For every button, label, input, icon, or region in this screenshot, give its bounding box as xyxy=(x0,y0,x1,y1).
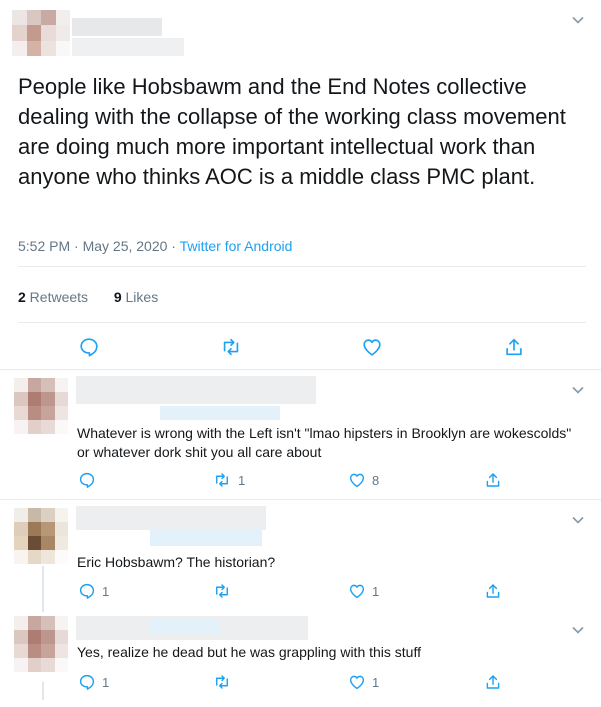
retweet-count: 1 xyxy=(238,472,246,488)
like-count: 1 xyxy=(372,583,380,599)
retweets-stat[interactable]: 2 Retweets xyxy=(18,289,88,305)
reply-author-name-blurred[interactable] xyxy=(76,376,316,404)
chevron-down-icon[interactable] xyxy=(570,512,586,528)
share-icon xyxy=(506,338,522,356)
author-name-blurred[interactable] xyxy=(72,18,162,36)
reply-icon xyxy=(79,472,95,488)
reply-count: 1 xyxy=(102,674,110,690)
share-button[interactable] xyxy=(484,582,502,600)
tweet-text: People like Hobsbawm and the End Notes c… xyxy=(18,74,566,189)
share-icon xyxy=(486,675,500,689)
reply-author-name-blurred[interactable] xyxy=(76,506,266,530)
like-icon xyxy=(349,473,365,488)
like-button[interactable]: 1 xyxy=(348,673,379,691)
reply-text: Yes, realize he dead but he was grapplin… xyxy=(77,644,421,660)
divider xyxy=(18,266,586,267)
likes-stat[interactable]: 9 Likes xyxy=(114,289,158,305)
like-button[interactable] xyxy=(361,336,383,358)
share-button[interactable] xyxy=(503,336,525,358)
reply-text: Whatever is wrong with the Left isn't "l… xyxy=(77,425,572,460)
reply-count: 1 xyxy=(102,583,110,599)
like-icon xyxy=(349,584,365,599)
retweet-button[interactable] xyxy=(219,336,243,358)
share-icon xyxy=(486,473,500,487)
chevron-down-icon[interactable] xyxy=(570,382,586,398)
reply-mention-blurred[interactable] xyxy=(150,620,220,634)
retweet-button[interactable] xyxy=(212,582,238,600)
reply-icon xyxy=(79,674,95,690)
like-count: 1 xyxy=(372,674,380,690)
avatar[interactable] xyxy=(14,508,68,564)
reply-text: Eric Hobsbawm? The historian? xyxy=(77,554,276,570)
reply-icon xyxy=(80,338,98,357)
like-button[interactable]: 8 xyxy=(348,471,379,489)
reply-mention-blurred[interactable] xyxy=(160,406,280,420)
like-icon xyxy=(363,339,381,356)
tweet-source[interactable]: Twitter for Android xyxy=(180,238,293,254)
avatar[interactable] xyxy=(12,10,70,56)
retweet-icon xyxy=(216,473,228,487)
share-icon xyxy=(486,584,500,598)
divider xyxy=(18,322,586,323)
thread-connector xyxy=(42,566,44,612)
chevron-down-icon[interactable] xyxy=(570,622,586,638)
avatar[interactable] xyxy=(14,616,68,672)
reply-icon xyxy=(79,583,95,599)
divider xyxy=(0,369,601,370)
author-handle-blurred[interactable] xyxy=(72,38,184,56)
like-icon xyxy=(349,675,365,690)
tweet-timestamp: 5:52 PM · May 25, 2020 · Twitter for And… xyxy=(18,238,292,254)
reply-button[interactable]: 1 xyxy=(78,673,109,691)
engagement-stats: 2 Retweets 9 Likes xyxy=(18,289,158,305)
retweet-button[interactable]: 1 xyxy=(212,471,245,489)
retweet-button[interactable] xyxy=(212,673,238,691)
retweet-icon xyxy=(216,584,228,598)
chevron-down-icon[interactable] xyxy=(570,12,586,28)
tweet-time-date[interactable]: 5:52 PM · May 25, 2020 · xyxy=(18,238,180,254)
reply-mention-blurred[interactable] xyxy=(150,530,262,546)
like-count: 8 xyxy=(372,472,380,488)
divider xyxy=(0,499,601,500)
thread-connector xyxy=(42,682,44,700)
reply-button[interactable]: 1 xyxy=(78,582,109,600)
share-button[interactable] xyxy=(484,471,502,489)
retweet-icon xyxy=(216,675,228,689)
share-button[interactable] xyxy=(484,673,502,691)
reply-button[interactable] xyxy=(78,471,102,489)
avatar[interactable] xyxy=(14,378,68,434)
retweet-icon xyxy=(223,338,239,356)
reply-button[interactable] xyxy=(78,336,100,358)
like-button[interactable]: 1 xyxy=(348,582,379,600)
